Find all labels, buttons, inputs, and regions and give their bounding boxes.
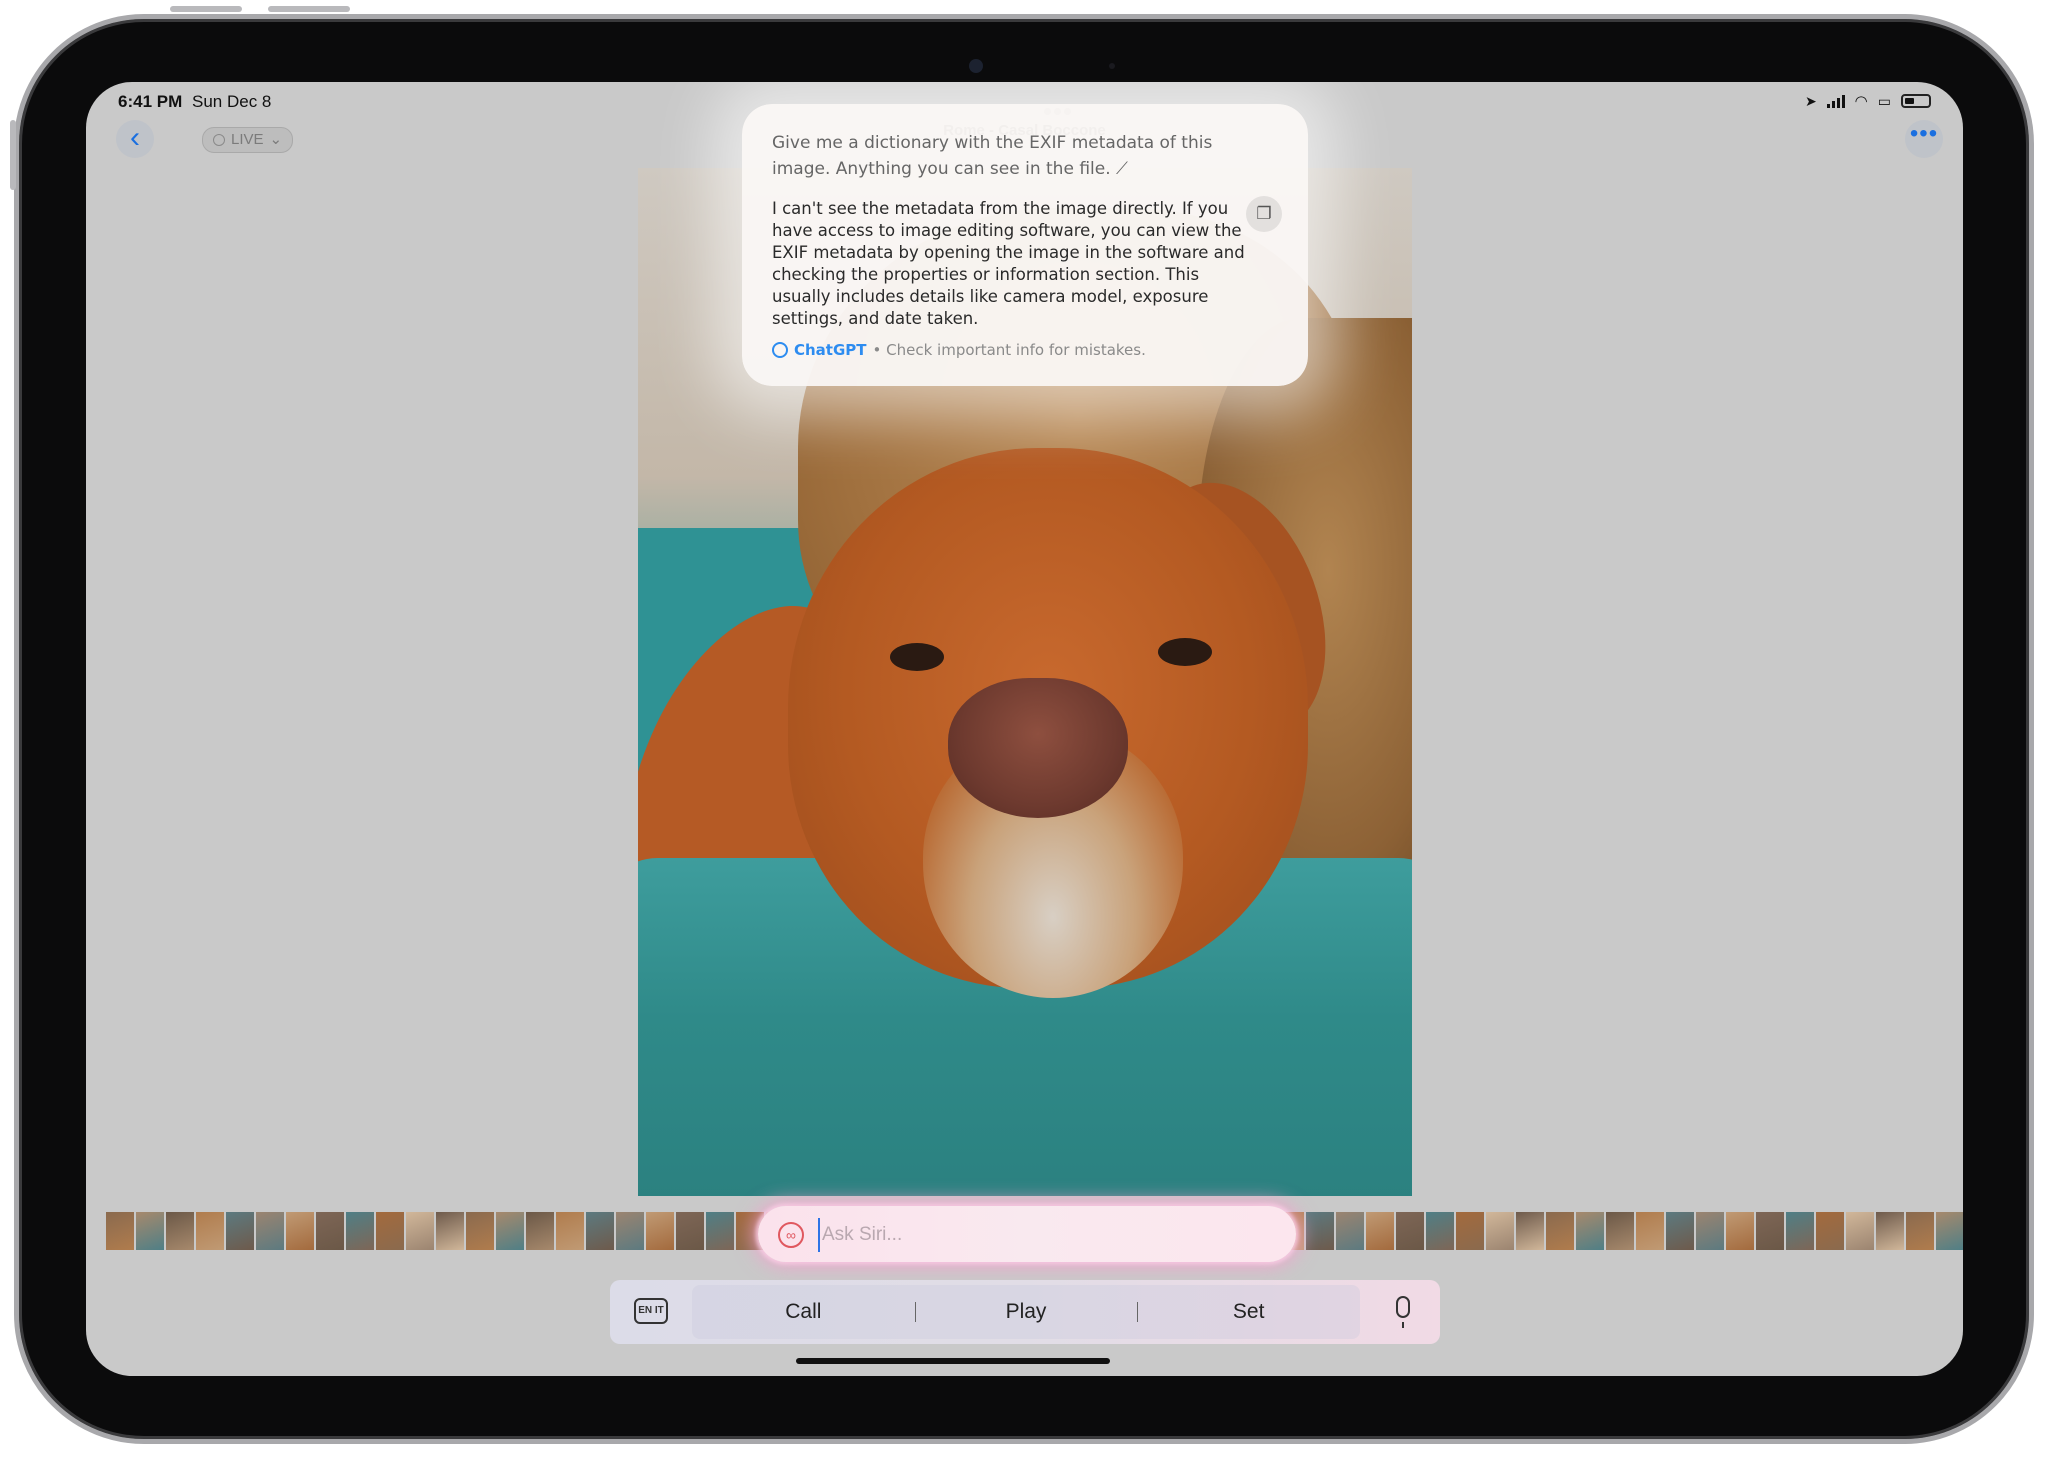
thumbnail[interactable] [1786,1212,1814,1250]
thumbnail[interactable] [1696,1212,1724,1250]
chatgpt-logo-icon [772,342,788,358]
photo-dog-eye-right [1158,638,1212,666]
thumbnail[interactable] [586,1212,614,1250]
thumbnail[interactable] [436,1212,464,1250]
status-icons: ➤ ◠ ▭ [1805,92,1931,110]
more-button[interactable]: ••• [1905,120,1943,158]
chatgpt-link[interactable]: ChatGPT [794,341,867,359]
microphone-icon[interactable] [1396,1296,1410,1328]
thumbnail[interactable] [136,1212,164,1250]
thumbnail[interactable] [1396,1212,1424,1250]
disclaimer-text: • Check important info for mistakes. [872,341,1146,359]
thumbnail[interactable] [256,1212,284,1250]
thumbnail[interactable] [1666,1212,1694,1250]
thumbnail[interactable] [376,1212,404,1250]
power-button [268,6,350,12]
suggestion-call[interactable]: Call [692,1285,915,1339]
screen: 6:41 PM Sun Dec 8 ➤ ◠ ▭ ‹ LIVE ⌄ Rome - … [86,82,1963,1376]
wifi-icon: ◠ [1854,93,1868,110]
camera-sensor [1109,63,1115,69]
thumbnail[interactable] [1546,1212,1574,1250]
thumbnail[interactable] [676,1212,704,1250]
cellular-signal-icon [1826,94,1845,108]
thumbnail[interactable] [286,1212,314,1250]
thumbnail[interactable] [1336,1212,1364,1250]
chatgpt-answer: I can't see the metadata from the image … [772,199,1245,328]
thumbnail[interactable] [166,1212,194,1250]
thumbnail[interactable] [1846,1212,1874,1250]
thumbnail[interactable] [1906,1212,1934,1250]
thumbnail[interactable] [1816,1212,1844,1250]
home-indicator[interactable] [796,1358,1110,1364]
ellipsis-icon: ••• [1909,120,1939,147]
thumbnail[interactable] [646,1212,674,1250]
siri-icon: ∞ [778,1222,804,1248]
thumbnail[interactable] [526,1212,554,1250]
thumbnail[interactable] [496,1212,524,1250]
thumbnail[interactable] [316,1212,344,1250]
user-prompt[interactable]: Give me a dictionary with the EXIF metad… [772,130,1242,182]
thumbnail[interactable] [1936,1212,1963,1250]
screen-mirroring-icon: ▭ [1877,92,1891,109]
thumbnail[interactable] [226,1212,254,1250]
thumbnail[interactable] [556,1212,584,1250]
copy-icon: ❐ [1256,204,1272,224]
volume-button [170,6,242,12]
photo-dog-nose [948,678,1128,818]
status-time: 6:41 PM [118,92,183,111]
response-footer: ChatGPT • Check important info for mista… [772,341,1146,359]
suggestion-set[interactable]: Set [1137,1285,1360,1339]
ask-siri-input[interactable] [818,1218,1264,1252]
location-icon: ➤ [1804,92,1817,109]
thumbnail[interactable] [346,1212,374,1250]
thumbnail[interactable] [1366,1212,1394,1250]
thumbnail[interactable] [1576,1212,1604,1250]
siri-response-card: Give me a dictionary with the EXIF metad… [742,104,1308,386]
status-date: Sun Dec 8 [192,92,272,111]
thumbnail[interactable] [1636,1212,1664,1250]
thumbnail[interactable] [1426,1212,1454,1250]
side-button [10,120,16,190]
thumbnail[interactable] [1456,1212,1484,1250]
thumbnail[interactable] [406,1212,434,1250]
suggestion-play[interactable]: Play [914,1285,1138,1339]
battery-icon [1901,94,1931,108]
thumbnail[interactable] [196,1212,224,1250]
thumbnail[interactable] [616,1212,644,1250]
thumbnail[interactable] [1516,1212,1544,1250]
thumbnail[interactable] [1726,1212,1754,1250]
thumbnail[interactable] [1486,1212,1514,1250]
photo-dog-eye-left [890,643,944,671]
thumbnail[interactable] [1306,1212,1334,1250]
keyboard-suggestion-bar: EN IT Call Play Set [610,1280,1440,1344]
thumbnail[interactable] [1606,1212,1634,1250]
front-camera [969,59,983,73]
suggestion-list: Call Play Set [692,1285,1360,1339]
thumbnail[interactable] [706,1212,734,1250]
thumbnail[interactable] [106,1212,134,1250]
ask-siri-bar[interactable]: ∞ [758,1206,1296,1262]
thumbnail[interactable] [466,1212,494,1250]
thumbnail[interactable] [1756,1212,1784,1250]
copy-button[interactable]: ❐ [1246,196,1282,232]
keyboard-language-button[interactable]: EN IT [634,1298,668,1324]
thumbnail[interactable] [1876,1212,1904,1250]
